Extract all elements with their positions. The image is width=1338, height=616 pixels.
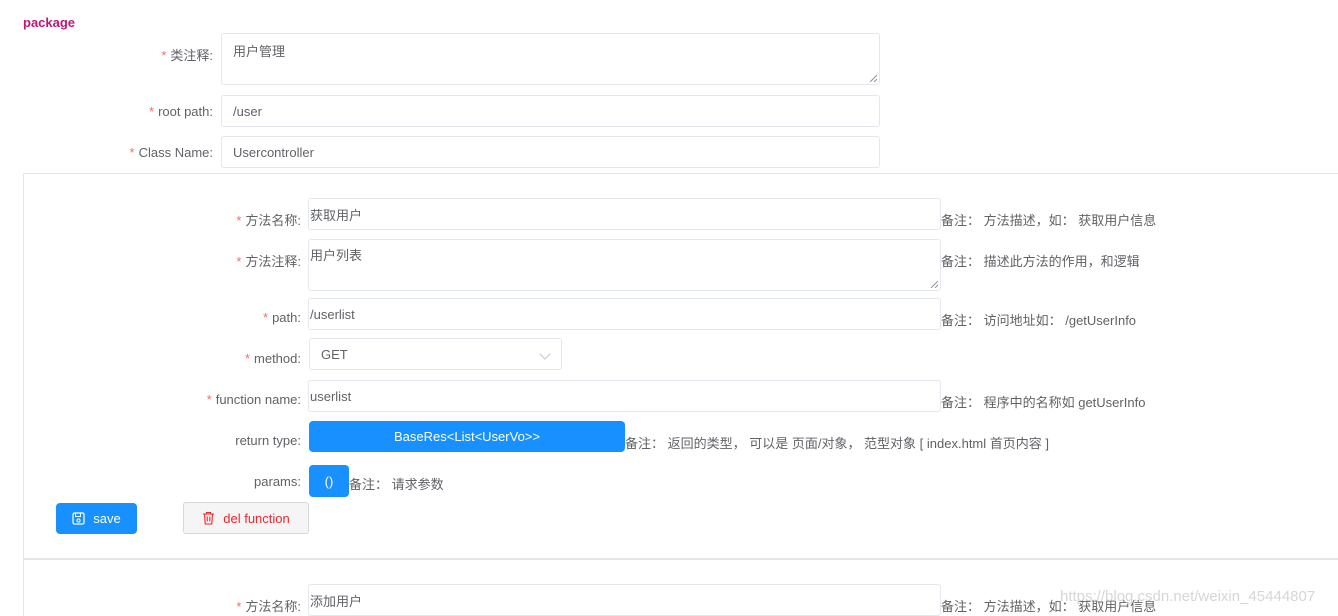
resize-handle-icon[interactable]: [930, 280, 938, 288]
root-path-label: * root path:: [149, 104, 213, 119]
class-comment-label: * 类注释:: [161, 48, 213, 63]
chevron-down-icon: [539, 348, 551, 360]
trash-icon: [203, 511, 215, 525]
method-label: * method:: [244, 351, 301, 366]
return-type-note: 备注： 返回的类型， 可以是 页面/对象， 范型对象 [ index.html …: [625, 436, 1049, 451]
return-type-label: return type:: [235, 433, 301, 448]
function-name-note: 备注： 程序中的名称如 getUserInfo: [941, 395, 1146, 410]
params-label: params:: [254, 474, 301, 489]
path-note: 备注： 访问地址如： /getUserInfo: [941, 313, 1137, 328]
method-name-label: * 方法名称:: [236, 599, 301, 614]
root-path-input[interactable]: /user: [221, 95, 880, 127]
return-type-button[interactable]: BaseRes<List<UserVo>>: [309, 421, 625, 452]
method-name-label: * 方法名称:: [236, 213, 301, 228]
function-name-label: * function name:: [206, 392, 301, 407]
path-label: * path:: [263, 310, 301, 325]
method-name-input[interactable]: 获取用户: [308, 198, 941, 230]
params-button[interactable]: (): [309, 465, 349, 497]
package-title: package: [23, 15, 76, 30]
save-icon: [72, 512, 85, 525]
method-select[interactable]: GET: [309, 338, 562, 370]
resize-handle-icon[interactable]: [869, 74, 877, 82]
method-comment-label: * 方法注释:: [236, 254, 301, 269]
method-name-input[interactable]: 添加用户: [308, 584, 941, 616]
class-comment-textarea[interactable]: 用户管理: [221, 33, 880, 85]
function-name-input[interactable]: userlist: [308, 380, 941, 412]
class-name-label: * Class Name:: [129, 145, 213, 160]
del-function-button[interactable]: del function: [183, 502, 309, 534]
method-comment-textarea[interactable]: 用户列表: [308, 239, 941, 291]
method-comment-note: 备注： 描述此方法的作用，和逻辑: [941, 254, 1140, 269]
params-note: 备注： 请求参数: [349, 477, 444, 492]
path-input[interactable]: /userlist: [308, 298, 941, 330]
save-button[interactable]: save: [56, 503, 137, 534]
watermark: https://blog.csdn.net/weixin_45444807: [1060, 588, 1316, 605]
class-name-input[interactable]: Usercontroller: [221, 136, 880, 168]
method-name-note: 备注： 方法描述，如： 获取用户信息: [941, 213, 1157, 228]
